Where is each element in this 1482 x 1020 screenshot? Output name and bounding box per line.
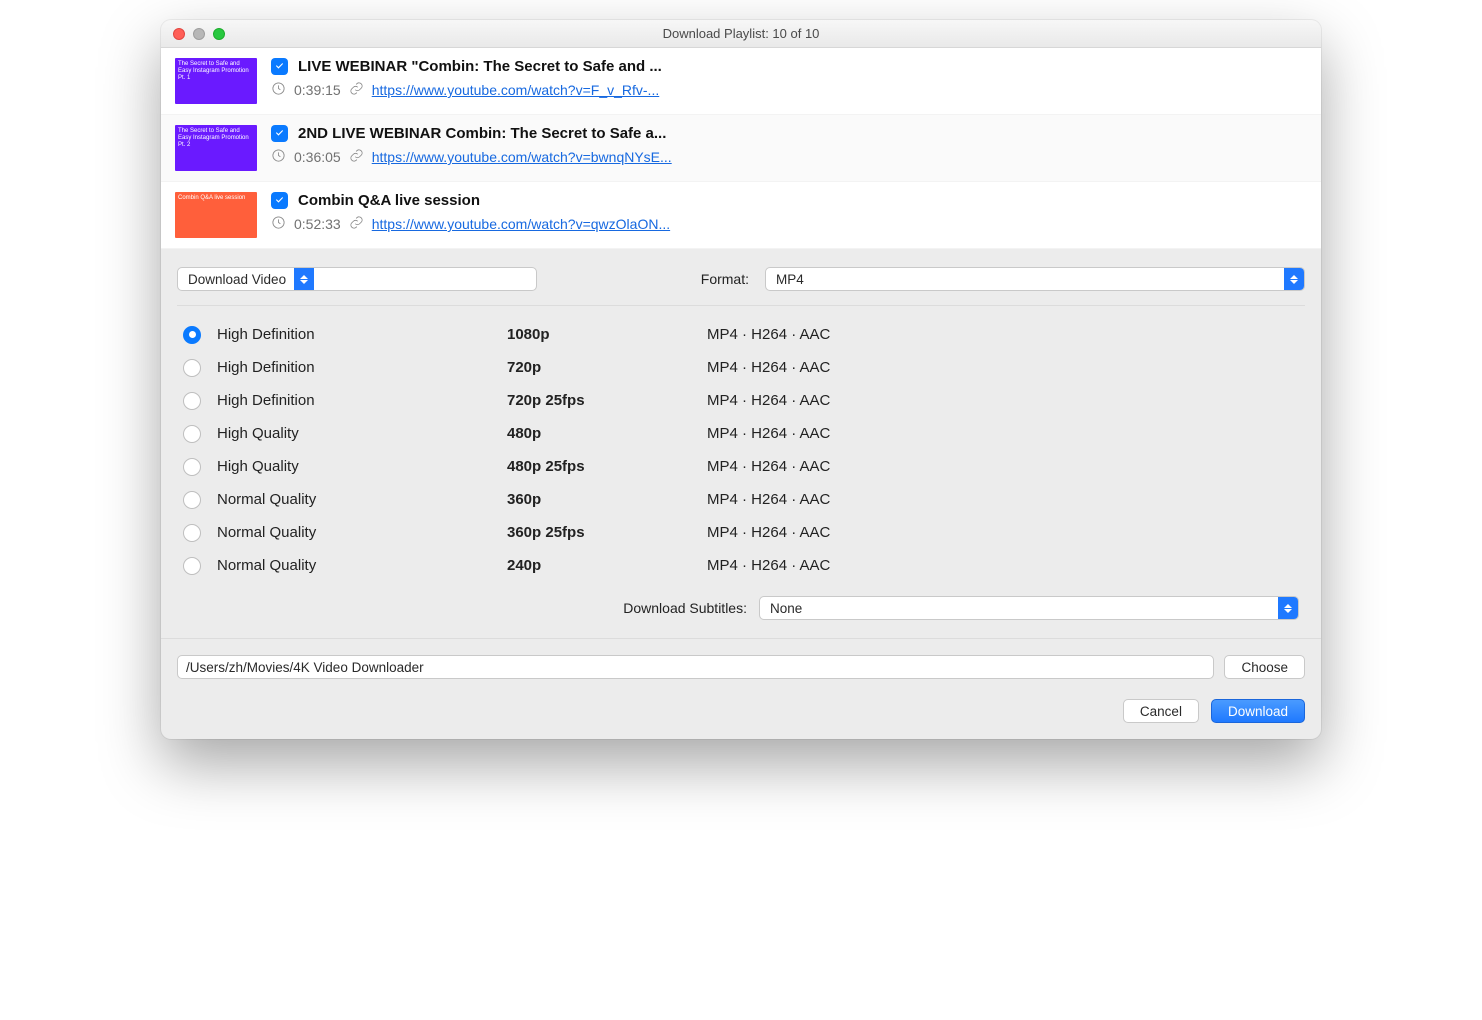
quality-resolution: 1080p bbox=[507, 326, 707, 343]
quality-label: High Definition bbox=[217, 326, 507, 343]
subtitles-select-value: None bbox=[770, 601, 1278, 616]
mode-select-value: Download Video bbox=[188, 272, 294, 287]
download-button[interactable]: Download bbox=[1211, 699, 1305, 723]
quality-codec: MP4 · H264 · AAC bbox=[707, 458, 1299, 475]
quality-label: High Definition bbox=[217, 392, 507, 409]
quality-label: High Quality bbox=[217, 425, 507, 442]
quality-radio[interactable] bbox=[183, 491, 201, 509]
updown-arrows-icon bbox=[294, 268, 314, 290]
video-title: Combin Q&A live session bbox=[298, 192, 480, 209]
video-checkbox[interactable] bbox=[271, 192, 288, 209]
cancel-button[interactable]: Cancel bbox=[1123, 699, 1199, 723]
clock-icon bbox=[271, 81, 286, 99]
link-icon bbox=[349, 215, 364, 233]
mode-select[interactable]: Download Video bbox=[177, 267, 537, 291]
dialog-window: Download Playlist: 10 of 10 The Secret t… bbox=[161, 20, 1321, 739]
quality-option[interactable]: Normal Quality240pMP4 · H264 · AAC bbox=[183, 549, 1299, 582]
quality-resolution: 480p bbox=[507, 425, 707, 442]
save-path-input[interactable]: /Users/zh/Movies/4K Video Downloader bbox=[177, 655, 1214, 679]
video-thumbnail: Combin Q&A live session bbox=[175, 192, 257, 238]
video-title: 2ND LIVE WEBINAR Combin: The Secret to S… bbox=[298, 125, 666, 142]
updown-arrows-icon bbox=[1278, 597, 1298, 619]
video-row[interactable]: Combin Q&A live session Combin Q&A live s… bbox=[161, 182, 1321, 249]
format-label: Format: bbox=[701, 271, 749, 287]
subtitles-label: Download Subtitles: bbox=[623, 600, 747, 616]
quality-resolution: 720p bbox=[507, 359, 707, 376]
quality-codec: MP4 · H264 · AAC bbox=[707, 359, 1299, 376]
titlebar: Download Playlist: 10 of 10 bbox=[161, 20, 1321, 48]
quality-label: High Definition bbox=[217, 359, 507, 376]
options-panel: Download Video Format: MP4 High Definiti… bbox=[161, 249, 1321, 638]
clock-icon bbox=[271, 215, 286, 233]
quality-label: High Quality bbox=[217, 458, 507, 475]
quality-options: High Definition1080pMP4 · H264 · AACHigh… bbox=[177, 306, 1305, 586]
window-title: Download Playlist: 10 of 10 bbox=[161, 26, 1321, 41]
save-path-section: /Users/zh/Movies/4K Video Downloader Cho… bbox=[161, 638, 1321, 679]
quality-option[interactable]: High Quality480pMP4 · H264 · AAC bbox=[183, 417, 1299, 450]
quality-resolution: 240p bbox=[507, 557, 707, 574]
video-url-link[interactable]: https://www.youtube.com/watch?v=F_v_Rfv-… bbox=[372, 82, 660, 98]
quality-radio[interactable] bbox=[183, 524, 201, 542]
choose-path-button[interactable]: Choose bbox=[1224, 655, 1305, 679]
quality-codec: MP4 · H264 · AAC bbox=[707, 326, 1299, 343]
quality-option[interactable]: High Definition720pMP4 · H264 · AAC bbox=[183, 351, 1299, 384]
video-url-link[interactable]: https://www.youtube.com/watch?v=qwzOlaON… bbox=[372, 216, 670, 232]
video-checkbox[interactable] bbox=[271, 58, 288, 75]
quality-codec: MP4 · H264 · AAC bbox=[707, 392, 1299, 409]
quality-codec: MP4 · H264 · AAC bbox=[707, 425, 1299, 442]
quality-codec: MP4 · H264 · AAC bbox=[707, 557, 1299, 574]
video-checkbox[interactable] bbox=[271, 125, 288, 142]
quality-radio[interactable] bbox=[183, 425, 201, 443]
format-select-value: MP4 bbox=[776, 272, 1284, 287]
video-row[interactable]: The Secret to Safe and Easy Instagram Pr… bbox=[161, 115, 1321, 182]
quality-option[interactable]: Normal Quality360pMP4 · H264 · AAC bbox=[183, 483, 1299, 516]
quality-radio[interactable] bbox=[183, 326, 201, 344]
save-path-value: /Users/zh/Movies/4K Video Downloader bbox=[186, 660, 424, 675]
dialog-footer: Cancel Download bbox=[161, 679, 1321, 739]
video-thumbnail: The Secret to Safe and Easy Instagram Pr… bbox=[175, 125, 257, 171]
updown-arrows-icon bbox=[1284, 268, 1304, 290]
subtitles-select[interactable]: None bbox=[759, 596, 1299, 620]
quality-resolution: 480p 25fps bbox=[507, 458, 707, 475]
quality-resolution: 360p 25fps bbox=[507, 524, 707, 541]
video-duration: 0:36:05 bbox=[294, 149, 341, 165]
video-url-link[interactable]: https://www.youtube.com/watch?v=bwnqNYsE… bbox=[372, 149, 672, 165]
quality-option[interactable]: Normal Quality360p 25fpsMP4 · H264 · AAC bbox=[183, 516, 1299, 549]
quality-codec: MP4 · H264 · AAC bbox=[707, 491, 1299, 508]
quality-resolution: 720p 25fps bbox=[507, 392, 707, 409]
video-title: LIVE WEBINAR "Combin: The Secret to Safe… bbox=[298, 58, 662, 75]
video-duration: 0:39:15 bbox=[294, 82, 341, 98]
video-thumbnail: The Secret to Safe and Easy Instagram Pr… bbox=[175, 58, 257, 104]
quality-radio[interactable] bbox=[183, 458, 201, 476]
clock-icon bbox=[271, 148, 286, 166]
quality-label: Normal Quality bbox=[217, 524, 507, 541]
video-duration: 0:52:33 bbox=[294, 216, 341, 232]
quality-radio[interactable] bbox=[183, 392, 201, 410]
quality-radio[interactable] bbox=[183, 557, 201, 575]
format-select[interactable]: MP4 bbox=[765, 267, 1305, 291]
playlist-list: The Secret to Safe and Easy Instagram Pr… bbox=[161, 48, 1321, 249]
quality-codec: MP4 · H264 · AAC bbox=[707, 524, 1299, 541]
quality-radio[interactable] bbox=[183, 359, 201, 377]
video-row[interactable]: The Secret to Safe and Easy Instagram Pr… bbox=[161, 48, 1321, 115]
quality-label: Normal Quality bbox=[217, 557, 507, 574]
quality-option[interactable]: High Definition1080pMP4 · H264 · AAC bbox=[183, 318, 1299, 351]
link-icon bbox=[349, 81, 364, 99]
quality-resolution: 360p bbox=[507, 491, 707, 508]
link-icon bbox=[349, 148, 364, 166]
quality-option[interactable]: High Definition720p 25fpsMP4 · H264 · AA… bbox=[183, 384, 1299, 417]
quality-option[interactable]: High Quality480p 25fpsMP4 · H264 · AAC bbox=[183, 450, 1299, 483]
quality-label: Normal Quality bbox=[217, 491, 507, 508]
